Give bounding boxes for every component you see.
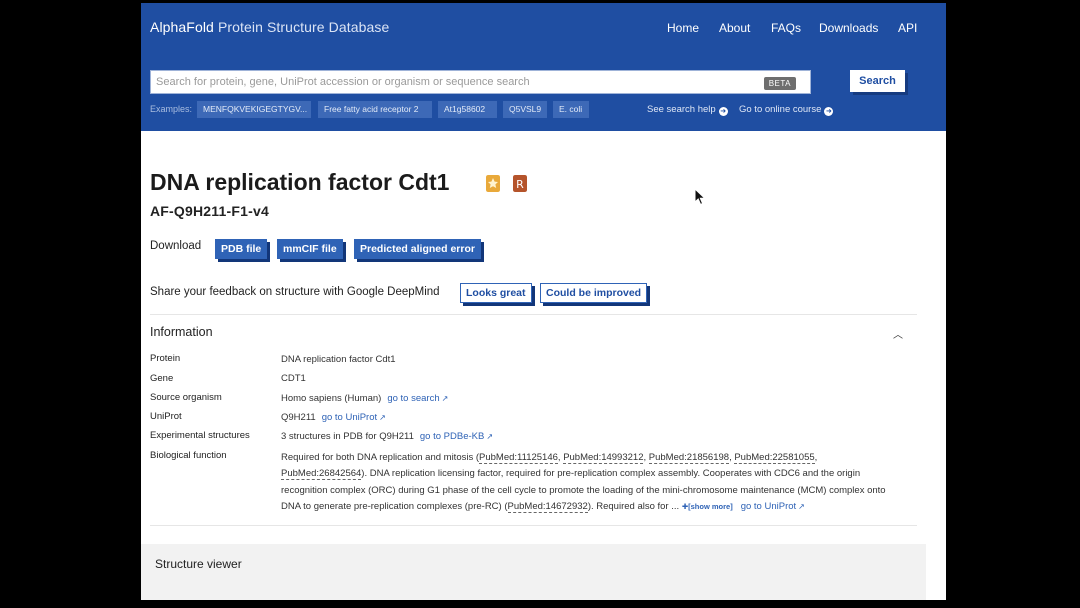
nav-home[interactable]: Home — [667, 21, 699, 35]
pubmed-link[interactable]: PubMed:22581055 — [734, 452, 815, 464]
nav-api[interactable]: API — [898, 21, 917, 35]
organism-row: Homo sapiens (Human) go to search ↗ — [281, 393, 448, 404]
example-chip-ecoli[interactable]: E. coli — [553, 101, 589, 118]
example-chip-q5vsl9[interactable]: Q5VSL9 — [503, 101, 547, 118]
feedback-label: Share your feedback on structure with Go… — [150, 286, 440, 298]
go-to-pdbe-kb-link[interactable]: go to PDBe-KB — [420, 431, 484, 442]
go-to-search-link[interactable]: go to search — [387, 393, 439, 404]
svg-text:R: R — [516, 178, 524, 191]
pdb-file-button[interactable]: PDB file — [215, 239, 268, 259]
example-chip-sequence[interactable]: MENFQKVEKIGEGTYGV... — [197, 101, 311, 118]
pubmed-link[interactable]: PubMed:11125146 — [479, 452, 558, 464]
uniprot-value: Q9H211 — [281, 412, 316, 423]
search-help-label: See search help — [647, 104, 716, 115]
mmcif-file-button[interactable]: mmCIF file — [277, 239, 343, 259]
site-logo[interactable]: AlphaFold Protein Structure Database — [150, 19, 389, 35]
pubmed-link[interactable]: PubMed:14993212 — [563, 452, 644, 464]
examples-label: Examples: — [150, 104, 193, 114]
nav-downloads[interactable]: Downloads — [819, 21, 878, 35]
online-course-label: Go to online course — [739, 104, 822, 115]
reviewed-badge-icon[interactable]: R — [513, 175, 527, 192]
search-input[interactable] — [151, 71, 776, 93]
pubmed-link[interactable]: PubMed:21856198 — [648, 452, 730, 464]
pae-button[interactable]: Predicted aligned error — [354, 239, 481, 259]
page-title: DNA replication factor Cdt1 — [150, 169, 450, 195]
search-help-link[interactable]: See search help ➜ — [647, 104, 728, 116]
bio-go-to-uniprot-link[interactable]: go to UniProt — [741, 501, 796, 512]
arrow-right-icon: ➜ — [718, 107, 728, 116]
protein-label: Protein — [150, 353, 181, 364]
bio-text-start: Required for both DNA replication and mi… — [281, 452, 480, 463]
pubmed-link[interactable]: PubMed:14672932 — [507, 501, 588, 514]
nav-faqs[interactable]: FAQs — [771, 21, 801, 35]
arrow-right-icon: ➜ — [824, 107, 834, 116]
uniprot-label: UniProt — [150, 411, 182, 422]
structure-viewer-heading: Structure viewer — [155, 557, 242, 571]
pubmed-link[interactable]: PubMed:26842564 — [281, 468, 362, 481]
external-link-icon: ↗ — [379, 413, 386, 422]
example-chip-ffar2[interactable]: Free fatty acid receptor 2 — [318, 101, 432, 118]
mouse-cursor-icon — [694, 188, 706, 206]
gene-value: CDT1 — [281, 373, 306, 384]
online-course-link[interactable]: Go to online course ➜ — [739, 104, 834, 116]
external-link-icon: ↗ — [798, 502, 805, 512]
search-box: BETA — [150, 70, 811, 94]
bio-text-end: ). Required also for ... — [587, 501, 680, 513]
biological-function-label: Biological function — [150, 450, 227, 461]
brand-subtitle: Protein Structure Database — [213, 19, 390, 35]
star-badge-icon[interactable] — [486, 175, 500, 192]
experimental-structures-row: 3 structures in PDB for Q9H211 go to PDBe… — [281, 431, 493, 442]
brand-name: AlphaFold — [150, 19, 214, 35]
external-link-icon: ↗ — [486, 432, 494, 441]
experimental-structures-value: 3 structures in PDB for Q9H211 — [281, 431, 414, 442]
beta-badge: BETA — [763, 77, 796, 90]
nav-about[interactable]: About — [719, 21, 750, 35]
organism-value: Homo sapiens (Human) — [281, 393, 382, 404]
information-heading: Information — [150, 325, 213, 339]
divider — [150, 525, 917, 526]
download-label: Download — [150, 240, 202, 252]
site-header: AlphaFold Protein Structure Database Hom… — [141, 3, 946, 131]
entry-id: AF-Q9H211-F1-v4 — [150, 203, 269, 219]
experimental-structures-label: Experimental structures — [150, 430, 250, 441]
external-link-icon: ↗ — [441, 394, 449, 403]
structure-viewer-panel — [141, 544, 926, 600]
browser-page: AlphaFold Protein Structure Database Hom… — [141, 3, 946, 600]
chevron-up-icon[interactable]: ︿ — [893, 326, 903, 341]
gene-label: Gene — [150, 373, 174, 384]
organism-label: Source organism — [150, 392, 222, 403]
search-button[interactable]: Search — [850, 70, 905, 92]
protein-value: DNA replication factor Cdt1 — [281, 354, 396, 365]
go-to-uniprot-link[interactable]: go to UniProt — [322, 412, 377, 423]
show-more-button[interactable]: ✚[show more] — [682, 502, 733, 511]
uniprot-row: Q9H211 go to UniProt ↗ — [281, 412, 386, 423]
show-more-label: [show more] — [688, 502, 733, 512]
example-chip-at1g58602[interactable]: At1g58602 — [438, 101, 497, 118]
looks-great-button[interactable]: Looks great — [460, 283, 532, 303]
biological-function-text: Required for both DNA replication and mi… — [281, 450, 906, 516]
divider — [150, 314, 917, 315]
could-be-improved-button[interactable]: Could be improved — [540, 283, 648, 303]
